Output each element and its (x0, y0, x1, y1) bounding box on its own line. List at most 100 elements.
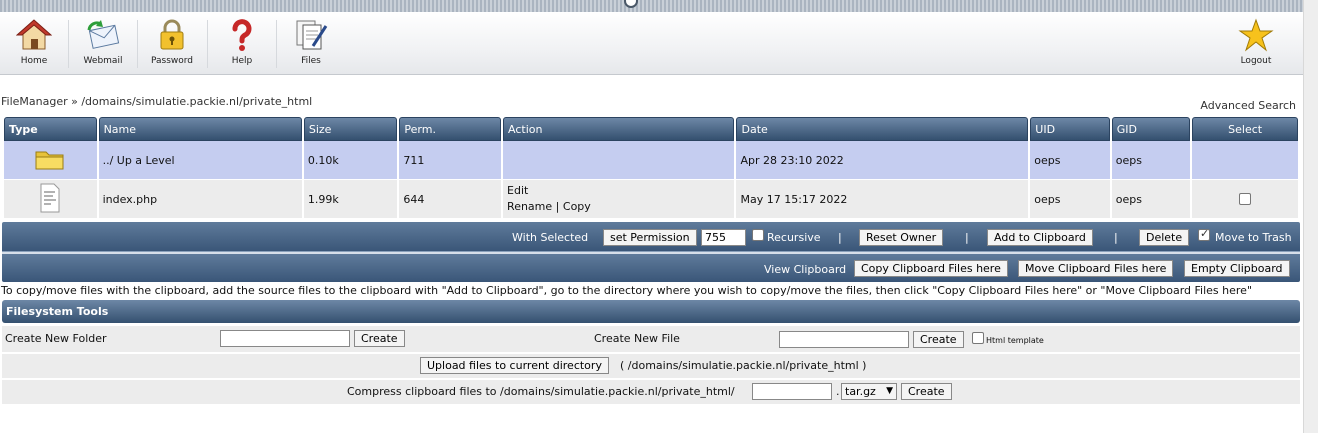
files-icon (296, 20, 328, 50)
table-row[interactable]: ../ Up a Level 0.10k 711 Apr 28 23:10 20… (4, 141, 1298, 180)
toolbar-password-label: Password (150, 56, 194, 66)
compress-row: Compress clipboard files to /domains/sim… (2, 380, 1300, 404)
toolbar-home[interactable]: Home (0, 12, 68, 74)
column-header-select: Select (1192, 117, 1298, 141)
html-template-label: Html template (986, 336, 1044, 345)
column-header-uid[interactable]: UID (1030, 117, 1110, 141)
chevron-down-icon: ▼ (886, 386, 893, 396)
gid-cell: oeps (1111, 180, 1191, 218)
type-cell (4, 141, 97, 180)
window-scrollbar[interactable] (1303, 0, 1318, 433)
perm-cell[interactable]: 711 (399, 141, 502, 180)
with-selected-label: With Selected (512, 231, 589, 244)
breadcrumb[interactable]: FileManager » /domains/simulatie.packie.… (1, 95, 312, 108)
column-header-type[interactable]: Type (4, 117, 97, 141)
select-cell (1192, 180, 1298, 218)
bar-separator: | (965, 231, 969, 244)
new-file-input[interactable] (779, 331, 909, 348)
star-icon (1238, 18, 1274, 52)
move-to-trash-label: Move to Trash (1215, 231, 1292, 244)
move-clipboard-here-button[interactable]: Move Clipboard Files here (1018, 260, 1174, 277)
upload-row: Upload files to current directory ( /dom… (2, 354, 1300, 378)
recursive-label: Recursive (767, 231, 821, 244)
toolbar-logout[interactable]: Logout (1222, 12, 1290, 74)
column-header-name[interactable]: Name (98, 117, 302, 141)
file-name-link[interactable]: ../ Up a Level (98, 141, 302, 180)
create-folder-label: Create New Folder (5, 332, 107, 345)
clipboard-help-text: To copy/move files with the clipboard, a… (1, 284, 1252, 297)
advanced-search-link[interactable]: Advanced Search (1200, 99, 1296, 112)
compress-format-value: tar.gz (845, 385, 876, 398)
recursive-checkbox[interactable] (752, 229, 764, 241)
toolbar-logout-label: Logout (1240, 56, 1272, 66)
type-cell (4, 180, 97, 218)
select-cell (1192, 141, 1298, 180)
bar-separator: | (838, 231, 842, 244)
permission-input[interactable]: 755 (701, 229, 746, 246)
column-header-gid[interactable]: GID (1111, 117, 1191, 141)
set-permission-button[interactable]: set Permission (603, 229, 697, 246)
extension-dot: . (836, 385, 840, 398)
gid-cell: oeps (1111, 141, 1191, 180)
filesystem-tools-header: Filesystem Tools (2, 300, 1300, 323)
file-name-link[interactable]: index.php (98, 180, 302, 218)
toolbar-help[interactable]: Help (208, 12, 276, 74)
column-header-action: Action (503, 117, 735, 141)
html-template-checkbox[interactable] (972, 332, 984, 344)
toolbar-files-label: Files (301, 56, 321, 66)
table-row[interactable]: index.php 1.99k 644 Edit Rename | Copy M… (4, 180, 1298, 218)
column-header-size[interactable]: Size (303, 117, 398, 141)
lock-icon (160, 19, 184, 50)
document-icon (40, 183, 60, 212)
rename-link[interactable]: Rename (507, 200, 552, 213)
create-file-button[interactable]: Create (913, 331, 964, 348)
action-cell (503, 141, 735, 180)
reset-owner-button[interactable]: Reset Owner (859, 229, 944, 246)
archive-name-input[interactable] (752, 383, 832, 400)
copy-link[interactable]: Copy (563, 200, 591, 213)
select-checkbox[interactable] (1239, 192, 1252, 205)
column-header-date[interactable]: Date (736, 117, 1029, 141)
create-file-label: Create New File (594, 332, 680, 345)
clipboard-bar: View Clipboard Copy Clipboard Files here… (2, 254, 1300, 282)
toolbar-help-label: Help (231, 56, 253, 66)
size-cell: 1.99k (303, 180, 398, 218)
new-folder-input[interactable] (220, 330, 350, 347)
toolbar-webmail[interactable]: Webmail (69, 12, 137, 74)
perm-cell[interactable]: 644 (399, 180, 502, 218)
compress-create-button[interactable]: Create (901, 383, 952, 400)
house-icon (16, 19, 52, 50)
file-table: Type Name Size Perm. Action Date UID GID… (2, 117, 1300, 218)
folder-icon (35, 151, 64, 169)
view-clipboard-link[interactable]: View Clipboard (764, 263, 846, 276)
toolbar-password[interactable]: Password (138, 12, 206, 74)
date-cell: May 17 15:17 2022 (736, 180, 1029, 218)
column-header-perm[interactable]: Perm. (399, 117, 502, 141)
uid-cell: oeps (1030, 141, 1110, 180)
add-to-clipboard-button[interactable]: Add to Clipboard (987, 229, 1093, 246)
size-cell: 0.10k (303, 141, 398, 180)
top-knob (624, 0, 638, 8)
file-manager-page: Home Webmail Password Help Files Logout … (0, 0, 1303, 433)
toolbar-files[interactable]: Files (277, 12, 345, 74)
upload-files-button[interactable]: Upload files to current directory (420, 357, 609, 374)
empty-clipboard-button[interactable]: Empty Clipboard (1184, 260, 1290, 277)
with-selected-bar: With Selected set Permission 755 Recursi… (2, 222, 1300, 252)
toolbar-home-label: Home (20, 56, 48, 66)
question-icon (232, 19, 252, 51)
edit-link[interactable]: Edit (507, 184, 528, 197)
compress-label: Compress clipboard files to /domains/sim… (347, 385, 735, 398)
main-toolbar: Home Webmail Password Help Files Logout (0, 12, 1303, 75)
action-cell: Edit Rename | Copy (503, 180, 735, 218)
create-row: Create New Folder Create Create New File… (2, 326, 1300, 352)
copy-clipboard-here-button[interactable]: Copy Clipboard Files here (854, 260, 1008, 277)
delete-button[interactable]: Delete (1139, 229, 1190, 246)
uid-cell: oeps (1030, 180, 1110, 218)
compress-format-select[interactable]: tar.gz ▼ (841, 383, 897, 400)
move-to-trash-checkbox[interactable] (1198, 227, 1210, 241)
action-separator: | (555, 200, 560, 213)
toolbar-webmail-label: Webmail (83, 56, 123, 66)
create-folder-button[interactable]: Create (354, 330, 405, 347)
bar-separator: | (1114, 231, 1118, 244)
upload-path-text: ( /domains/simulatie.packie.nl/private_h… (620, 359, 867, 372)
